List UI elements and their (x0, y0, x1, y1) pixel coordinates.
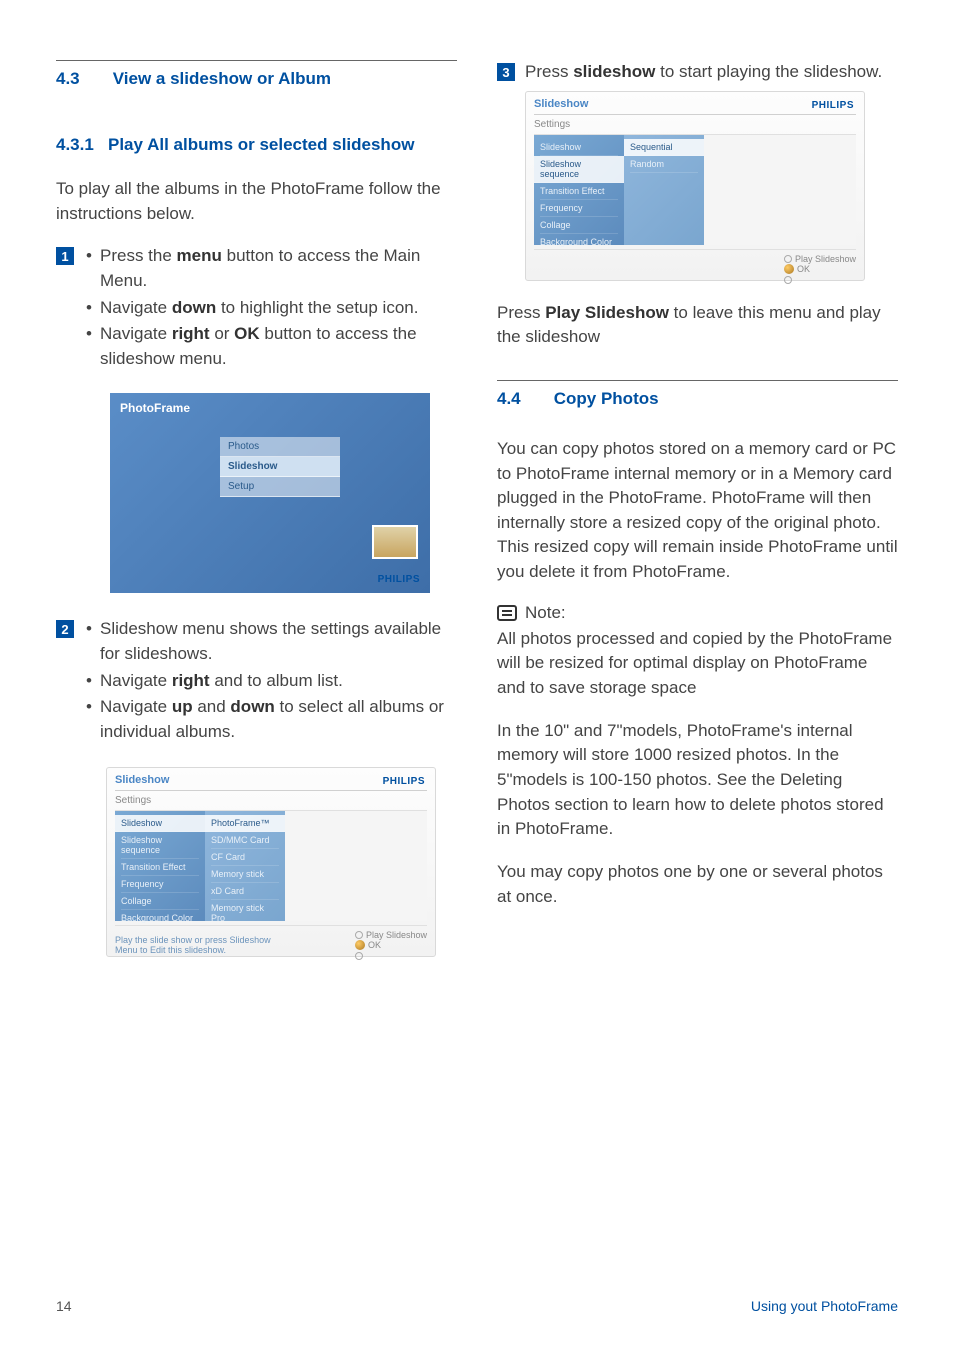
intro-paragraph: To play all the albums in the PhotoFrame… (56, 177, 457, 226)
panel-item: Slideshow (540, 139, 618, 156)
ring-icon (355, 931, 363, 939)
panel-item: Frequency (121, 876, 199, 893)
note-body: All photos processed and copied by the P… (497, 627, 898, 701)
note-label: Note: (525, 603, 566, 623)
right-column: 3 Press slideshow to start playing the s… (497, 60, 898, 977)
screenshot-slideshow-settings: PHILIPS Slideshow Settings Slideshow Sli… (106, 767, 436, 957)
heading-text: View a slideshow or Album (113, 69, 331, 88)
menu-item: Setup (220, 477, 340, 497)
panel-mid: PhotoFrame™ SD/MMC Card CF Card Memory s… (205, 811, 285, 921)
panel-right (704, 135, 856, 245)
menu-item: Photos (220, 437, 340, 457)
shot-footer-left: Play the slide show or press Slideshow M… (115, 935, 285, 955)
shot-subtitle: Settings (115, 795, 427, 811)
step-bullets: Press the menu button to access the Main… (84, 244, 457, 371)
thumbnail-icon (372, 525, 418, 559)
page-content: 4.3 View a slideshow or Album 4.3.1 Play… (0, 0, 954, 1017)
heading-text: Play All albums or selected slideshow (108, 135, 457, 155)
panel-item: Slideshow sequence (121, 832, 199, 859)
panel-mid: Sequential Random (624, 135, 704, 245)
step-1: 1 Press the menu button to access the Ma… (56, 244, 457, 387)
screenshot-main-menu: PhotoFrame Photos Slideshow Setup PHILIP… (110, 393, 430, 593)
brand-label: PHILIPS (378, 574, 420, 585)
left-column: 4.3 View a slideshow or Album 4.3.1 Play… (56, 60, 457, 977)
heading-text: Copy Photos (554, 389, 659, 408)
heading-4-3: 4.3 View a slideshow or Album (56, 69, 457, 89)
shot-footer-right: Play Slideshow OK (784, 254, 856, 285)
panel-item: Frequency (540, 200, 618, 217)
list-item: Slideshow menu shows the settings availa… (84, 617, 457, 666)
list-item: Navigate right or OK button to access th… (84, 322, 457, 371)
heading-num: 4.4 (497, 389, 549, 409)
ok-icon (784, 264, 794, 274)
shot-footer: Play the slide show or press Slideshow M… (115, 925, 427, 961)
panel-row: Slideshow Slideshow sequence Transition … (534, 135, 856, 245)
shot-footer-right: Play Slideshow OK (355, 930, 427, 961)
page-number: 14 (56, 1298, 72, 1314)
panel-item: Transition Effect (540, 183, 618, 200)
panel-item: Collage (121, 893, 199, 910)
pf-menu: Photos Slideshow Setup (220, 437, 340, 497)
screenshot-slideshow-sequence: PHILIPS Slideshow Settings Slideshow Sli… (525, 91, 865, 281)
step-2: 2 Slideshow menu shows the settings avai… (56, 617, 457, 760)
ring-icon (784, 276, 792, 284)
brand-label: PHILIPS (812, 100, 854, 111)
panel-item: CF Card (211, 849, 279, 866)
step-badge: 1 (56, 247, 74, 265)
shot-footer: Play Slideshow OK (534, 249, 856, 285)
panel-item: Memory stick (211, 866, 279, 883)
panel-item: Slideshow sequence (534, 156, 624, 183)
step-badge: 3 (497, 63, 515, 81)
panel-item: Slideshow (115, 815, 205, 832)
footer-label: Using yout PhotoFrame (751, 1298, 898, 1314)
pf-title: PhotoFrame (110, 393, 430, 423)
panel-item: Collage (540, 217, 618, 234)
list-item: Navigate right and to album list. (84, 669, 457, 694)
ring-icon (355, 952, 363, 960)
list-item: Navigate up and down to select all album… (84, 695, 457, 744)
step-bullets: Slideshow menu shows the settings availa… (84, 617, 457, 744)
divider (497, 380, 898, 381)
panel-item: SD/MMC Card (211, 832, 279, 849)
copy-photos-p1: You can copy photos stored on a memory c… (497, 437, 898, 585)
brand-label: PHILIPS (383, 776, 425, 787)
shot-title: Slideshow (115, 774, 427, 791)
panel-item: Background Color (121, 910, 199, 927)
list-item: Press the menu button to access the Main… (84, 244, 457, 293)
ring-icon (784, 255, 792, 263)
divider (56, 60, 457, 61)
panel-row: Slideshow Slideshow sequence Transition … (115, 811, 427, 921)
panel-right (285, 811, 427, 921)
panel-item: Sequential (624, 139, 704, 156)
panel-item: Background Color (540, 234, 618, 251)
heading-num: 4.3 (56, 69, 108, 89)
heading-4-3-1: 4.3.1 Play All albums or selected slides… (56, 135, 457, 155)
note-icon (497, 605, 517, 621)
page-footer: 14 Using yout PhotoFrame (56, 1298, 898, 1314)
heading-num: 4.3.1 (56, 135, 108, 155)
panel-item: Random (630, 156, 698, 173)
copy-photos-p2: In the 10" and 7"models, PhotoFrame's in… (497, 719, 898, 842)
shot-title: Slideshow (534, 98, 856, 115)
panel-item: Transition Effect (121, 859, 199, 876)
press-play-paragraph: Press Play Slideshow to leave this menu … (497, 301, 898, 350)
shot-subtitle: Settings (534, 119, 856, 135)
step-text: Press slideshow to start playing the sli… (525, 60, 898, 85)
panel-item: Memory stick Pro (211, 900, 279, 927)
note-heading: Note: (497, 603, 898, 623)
ok-icon (355, 940, 365, 950)
step-3: 3 Press slideshow to start playing the s… (497, 60, 898, 85)
heading-4-4: 4.4 Copy Photos (497, 389, 898, 409)
panel-left: Slideshow Slideshow sequence Transition … (115, 811, 205, 921)
step-badge: 2 (56, 620, 74, 638)
panel-left: Slideshow Slideshow sequence Transition … (534, 135, 624, 245)
panel-item: xD Card (211, 883, 279, 900)
copy-photos-p3: You may copy photos one by one or severa… (497, 860, 898, 909)
menu-item-selected: Slideshow (220, 457, 340, 477)
panel-item: PhotoFrame™ (205, 815, 285, 832)
list-item: Navigate down to highlight the setup ico… (84, 296, 457, 321)
